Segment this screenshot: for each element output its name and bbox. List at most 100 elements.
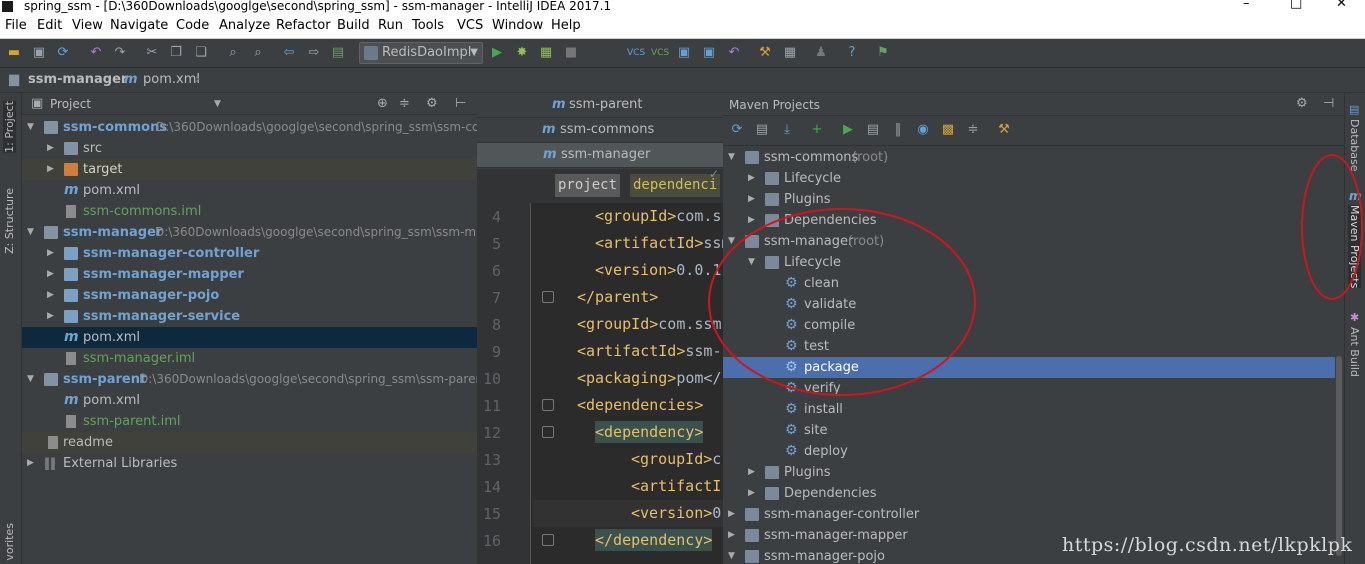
tree-row[interactable]: ssm-commons.iml — [22, 201, 477, 222]
replace-icon[interactable]: ⌕ — [250, 45, 266, 61]
expand-arrow-icon[interactable]: ▶ — [748, 168, 755, 189]
tree-row[interactable]: m pom.xml — [22, 390, 477, 411]
redo-icon[interactable]: ↷ — [112, 45, 128, 61]
tab-ant-build[interactable]: Ant Build — [1348, 327, 1361, 377]
tree-row[interactable]: ▼ ssm-manager D:\360Downloads\googlge\se… — [22, 222, 477, 243]
expand-arrow-icon[interactable]: ▶ — [748, 210, 755, 231]
build-icon[interactable]: ▤ — [330, 45, 346, 61]
menu-analyze[interactable]: Analyze — [219, 18, 270, 33]
tab-ssm-commons[interactable]: m ssm-commons — [477, 118, 723, 143]
help-icon[interactable]: ? — [844, 45, 860, 61]
skip-tests-icon[interactable]: ◉ — [915, 122, 931, 138]
expand-arrow-icon[interactable]: ▼ — [27, 369, 34, 390]
run-config-icon[interactable]: ▤ — [865, 122, 881, 138]
tree-row[interactable]: ▶ src — [22, 138, 477, 159]
expand-arrow-icon[interactable]: ▶ — [47, 159, 54, 180]
expand-arrow-icon[interactable]: ▼ — [728, 147, 735, 168]
maven-goal-deploy[interactable]: ⚙ deploy — [723, 441, 1335, 462]
locate-icon[interactable]: ⊕ — [377, 96, 388, 111]
hide-icon[interactable]: ⊢ — [455, 96, 466, 111]
stop-icon[interactable]: ■ — [563, 45, 579, 61]
expand-arrow-icon[interactable]: ▶ — [748, 483, 755, 504]
tab-database[interactable]: Database — [1348, 119, 1361, 172]
tab-structure[interactable]: Z: Structure — [3, 188, 16, 254]
hide-icon[interactable]: ⊣ — [1323, 96, 1334, 111]
maven-tree-row[interactable]: ▶ Plugins — [723, 189, 1335, 210]
menu-help[interactable]: Help — [551, 18, 581, 33]
menu-edit[interactable]: Edit — [37, 18, 62, 33]
expand-arrow-icon[interactable]: ▶ — [728, 504, 735, 525]
paste-icon[interactable]: ❏ — [193, 45, 209, 61]
tree-row[interactable]: ▶ ssm-manager-mapper — [22, 264, 477, 285]
maven-goal-install[interactable]: ⚙ install — [723, 399, 1335, 420]
expand-arrow-icon[interactable]: ▼ — [27, 117, 34, 138]
tree-row[interactable]: ▼ ssm-commons D:\360Downloads\googlge\se… — [22, 117, 477, 138]
expand-arrow-icon[interactable]: ▼ — [27, 222, 34, 243]
expand-arrow-icon[interactable]: ▶ — [748, 189, 755, 210]
cut-icon[interactable]: ✂ — [144, 45, 160, 61]
maven-tree-row[interactable]: ▶ ssm-manager-controller — [723, 504, 1335, 525]
tree-row[interactable]: m pom.xml — [22, 180, 477, 201]
menu-file[interactable]: File — [5, 18, 27, 33]
find-icon[interactable]: ⌕ — [225, 45, 241, 61]
vcs-compare-icon[interactable]: ▣ — [676, 45, 692, 61]
maven-tree-row[interactable]: ▶ Dependencies — [723, 483, 1335, 504]
tree-row[interactable]: ▼ ssm-parent D:\360Downloads\googlge\sec… — [22, 369, 477, 390]
show-dependencies-icon[interactable]: ▩ — [940, 122, 956, 138]
open-folder-icon[interactable]: ▬ — [6, 45, 22, 61]
menu-view[interactable]: View — [72, 18, 103, 33]
project-view-select[interactable]: Project — [50, 97, 91, 111]
tab-favorites[interactable]: vorites — [3, 523, 16, 561]
tree-row[interactable]: m pom.xml — [22, 327, 477, 348]
revert-icon[interactable]: ↶ — [726, 45, 742, 61]
tab-project[interactable]: 1: Project — [3, 101, 16, 153]
tree-row[interactable]: ssm-manager.iml — [22, 348, 477, 369]
vcs-update-icon[interactable]: VCS — [627, 45, 645, 61]
breadcrumb-tag-dependencies[interactable]: dependenci — [630, 174, 721, 197]
expand-arrow-icon[interactable]: ▶ — [47, 285, 54, 306]
expand-arrow-icon[interactable]: ▶ — [47, 264, 54, 285]
expand-arrow-icon[interactable]: ▶ — [748, 462, 755, 483]
maven-tree-row[interactable]: ▼ ssm-commons (root) — [723, 147, 1335, 168]
debug-icon[interactable]: ✸ — [514, 45, 530, 61]
minimize-button[interactable]: – — [1243, 0, 1250, 10]
tab-ssm-manager[interactable]: m ssm-manager — [477, 143, 723, 168]
tree-row[interactable]: ▶ ssm-manager-pojo — [22, 285, 477, 306]
gear-icon[interactable]: ⚙ — [1296, 96, 1308, 111]
tree-row[interactable]: ▶ target — [22, 159, 477, 180]
reimport-icon[interactable]: ⟳ — [729, 122, 745, 138]
close-button[interactable]: ✕ — [1336, 0, 1347, 10]
run-configuration-select[interactable]: RedisDaoImpl ▼ — [359, 42, 483, 64]
gear-icon[interactable]: ⚙ — [426, 96, 438, 111]
tree-row[interactable]: ssm-parent.iml — [22, 411, 477, 432]
sync-icon[interactable]: ⟳ — [55, 45, 71, 61]
menu-code[interactable]: Code — [176, 18, 209, 33]
maven-tree-row[interactable]: ▶ Plugins — [723, 462, 1335, 483]
menu-vcs[interactable]: VCS — [457, 18, 483, 33]
menu-refactor[interactable]: Refactor — [276, 18, 331, 33]
tab-ssm-parent[interactable]: m ssm-parent — [477, 93, 723, 118]
back-icon[interactable]: ⇦ — [281, 45, 297, 61]
expand-arrow-icon[interactable]: ▶ — [47, 243, 54, 264]
plugin-icon[interactable]: ⚑ — [875, 45, 891, 61]
expand-arrow-icon[interactable]: ▶ — [27, 453, 34, 474]
project-structure-icon[interactable]: ▦ — [782, 45, 798, 61]
breadcrumb-module[interactable]: ssm-manager — [28, 72, 127, 87]
collapse-all-icon[interactable]: ≑ — [965, 122, 981, 138]
run-icon[interactable]: ▶ — [489, 45, 505, 61]
expand-arrow-icon[interactable]: ▶ — [728, 525, 735, 546]
coverage-icon[interactable]: ▦ — [538, 45, 554, 61]
chevron-down-icon[interactable]: ▼ — [214, 99, 221, 109]
tree-row[interactable]: ▶ ‖‖ External Libraries — [22, 453, 477, 474]
menu-build[interactable]: Build — [337, 18, 370, 33]
maximize-button[interactable]: □ — [1290, 0, 1302, 10]
save-icon[interactable]: ▣ — [31, 45, 47, 61]
vcs-history-icon[interactable]: ▣ — [701, 45, 717, 61]
copy-icon[interactable]: ❐ — [168, 45, 184, 61]
generate-sources-icon[interactable]: ▤ — [754, 122, 770, 138]
tree-row[interactable]: ▶ ssm-manager-service — [22, 306, 477, 327]
maven-goal-site[interactable]: ⚙ site — [723, 420, 1335, 441]
settings-icon[interactable]: ⚒ — [757, 45, 773, 61]
expand-arrow-icon[interactable]: ▶ — [47, 138, 54, 159]
forward-icon[interactable]: ⇨ — [306, 45, 322, 61]
